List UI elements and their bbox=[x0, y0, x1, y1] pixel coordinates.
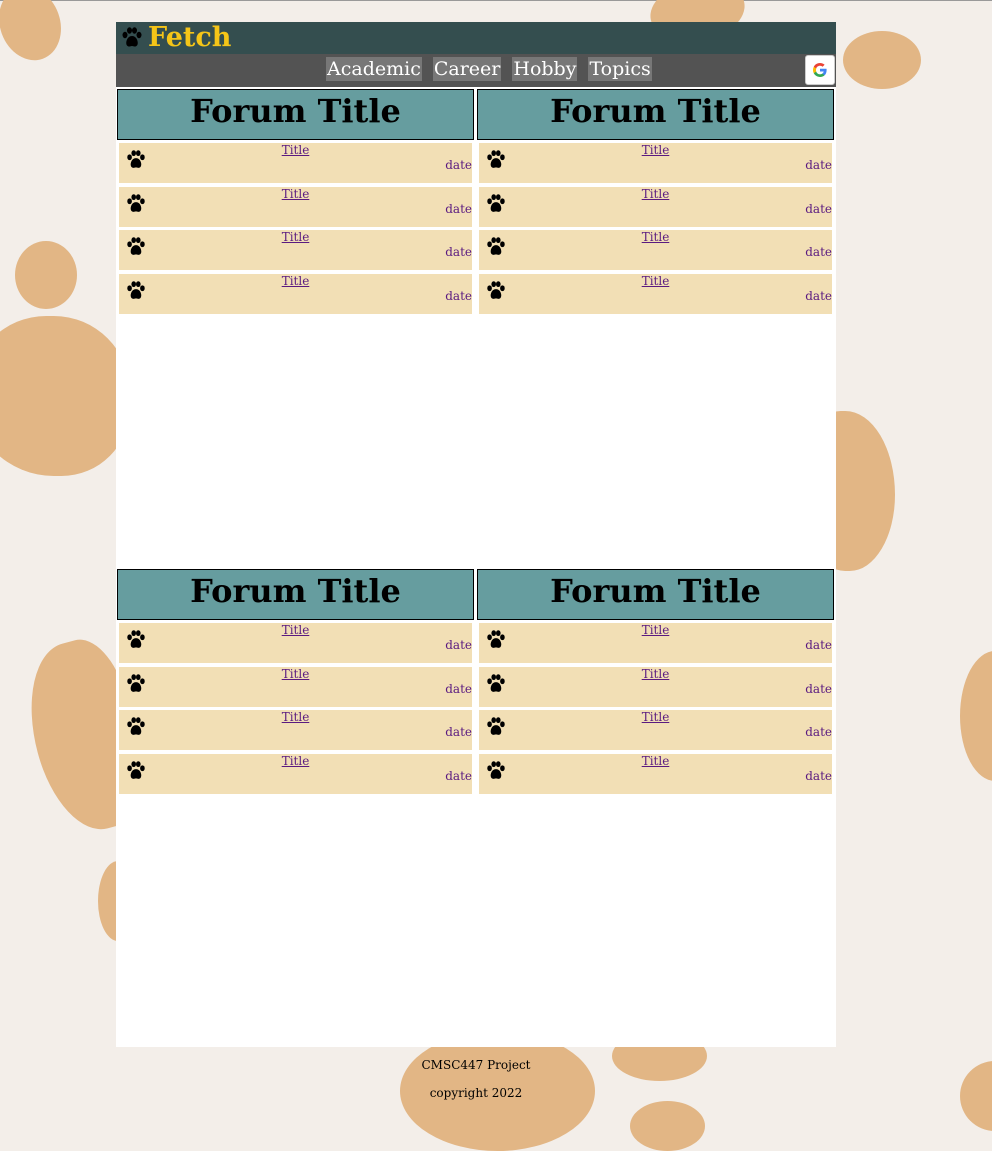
nav-link-topics[interactable]: Topics bbox=[588, 57, 652, 81]
thread-date: date bbox=[445, 768, 472, 783]
thread-date: date bbox=[805, 681, 832, 696]
thread-date: date bbox=[805, 638, 832, 652]
paw-icon bbox=[120, 26, 144, 54]
forum-card: Forum Title Title date Title date Title date Ti… bbox=[117, 89, 474, 314]
navigation-bar: Academic Career Hobby Topics bbox=[116, 54, 836, 87]
forum-row: Title date bbox=[119, 273, 472, 314]
nav-link-academic[interactable]: Academic bbox=[326, 57, 422, 81]
background-paw-print bbox=[630, 1101, 705, 1151]
thread-title-link[interactable]: Title bbox=[119, 754, 472, 768]
thread-title-link[interactable]: Title bbox=[119, 143, 472, 157]
thread-title-link[interactable]: Title bbox=[119, 187, 472, 201]
background-paw-print bbox=[15, 241, 77, 309]
thread-date: date bbox=[805, 725, 832, 739]
thread-date: date bbox=[445, 288, 472, 303]
forum-row: Title date bbox=[119, 753, 472, 794]
forum-row: Title date bbox=[119, 230, 472, 270]
thread-title-link[interactable]: Title bbox=[479, 623, 832, 637]
forum-row: Title date bbox=[119, 186, 472, 227]
thread-title-link[interactable]: Title bbox=[479, 143, 832, 157]
forum-row: Title date bbox=[479, 623, 832, 663]
thread-title-link[interactable]: Title bbox=[479, 230, 832, 244]
forum-row: Title date bbox=[479, 666, 832, 707]
thread-title-link[interactable]: Title bbox=[479, 667, 832, 681]
forum-title: Forum Title bbox=[117, 89, 474, 140]
thread-date: date bbox=[805, 158, 832, 172]
page-container: Fetch Academic Career Hobby Topics Forum… bbox=[116, 22, 836, 1047]
thread-date: date bbox=[445, 638, 472, 652]
thread-title-link[interactable]: Title bbox=[119, 710, 472, 724]
forum-title: Forum Title bbox=[477, 569, 834, 620]
forum-title: Forum Title bbox=[477, 89, 834, 140]
background-paw-print bbox=[960, 1061, 992, 1131]
thread-date: date bbox=[445, 245, 472, 259]
footer-copyright: copyright 2022 bbox=[429, 1086, 523, 1100]
google-signin-button[interactable] bbox=[805, 55, 835, 85]
thread-title-link[interactable]: Title bbox=[119, 230, 472, 244]
forum-card: Forum Title Title date Title date Title date Ti… bbox=[477, 569, 834, 794]
forum-title: Forum Title bbox=[117, 569, 474, 620]
nav-link-career[interactable]: Career bbox=[432, 57, 502, 81]
forum-row: Title date bbox=[119, 710, 472, 750]
thread-date: date bbox=[445, 201, 472, 216]
thread-date: date bbox=[805, 245, 832, 259]
forum-row: Title date bbox=[479, 273, 832, 314]
site-footer: CMSC447 Project copyright 2022 bbox=[116, 1057, 836, 1101]
site-brand[interactable]: Fetch bbox=[148, 22, 231, 54]
thread-date: date bbox=[445, 681, 472, 696]
forum-card: Forum Title Title date Title date Title date Ti… bbox=[477, 89, 834, 314]
forum-card: Forum Title Title date Title date Title date Ti… bbox=[117, 569, 474, 794]
background-paw-print bbox=[960, 651, 992, 781]
thread-title-link[interactable]: Title bbox=[479, 710, 832, 724]
google-icon bbox=[813, 63, 827, 77]
thread-title-link[interactable]: Title bbox=[119, 274, 472, 288]
thread-date: date bbox=[445, 158, 472, 172]
thread-title-link[interactable]: Title bbox=[119, 667, 472, 681]
forum-row: Title date bbox=[479, 710, 832, 750]
forum-row: Title date bbox=[119, 666, 472, 707]
background-paw-print bbox=[0, 316, 130, 476]
thread-title-link[interactable]: Title bbox=[479, 274, 832, 288]
thread-title-link[interactable]: Title bbox=[479, 754, 832, 768]
forum-row: Title date bbox=[479, 143, 832, 183]
forum-row: Title date bbox=[119, 623, 472, 663]
site-header: Fetch bbox=[116, 22, 836, 54]
thread-date: date bbox=[805, 201, 832, 216]
thread-title-link[interactable]: Title bbox=[119, 623, 472, 637]
thread-date: date bbox=[445, 725, 472, 739]
forum-row: Title date bbox=[479, 753, 832, 794]
forum-row: Title date bbox=[119, 143, 472, 183]
forum-row: Title date bbox=[479, 186, 832, 227]
thread-date: date bbox=[805, 288, 832, 303]
background-paw-print bbox=[843, 31, 921, 89]
thread-date: date bbox=[805, 768, 832, 783]
forum-row: Title date bbox=[479, 230, 832, 270]
footer-project: CMSC447 Project bbox=[421, 1058, 531, 1072]
thread-title-link[interactable]: Title bbox=[479, 187, 832, 201]
nav-link-hobby[interactable]: Hobby bbox=[512, 57, 578, 81]
background-paw-print bbox=[0, 0, 72, 69]
